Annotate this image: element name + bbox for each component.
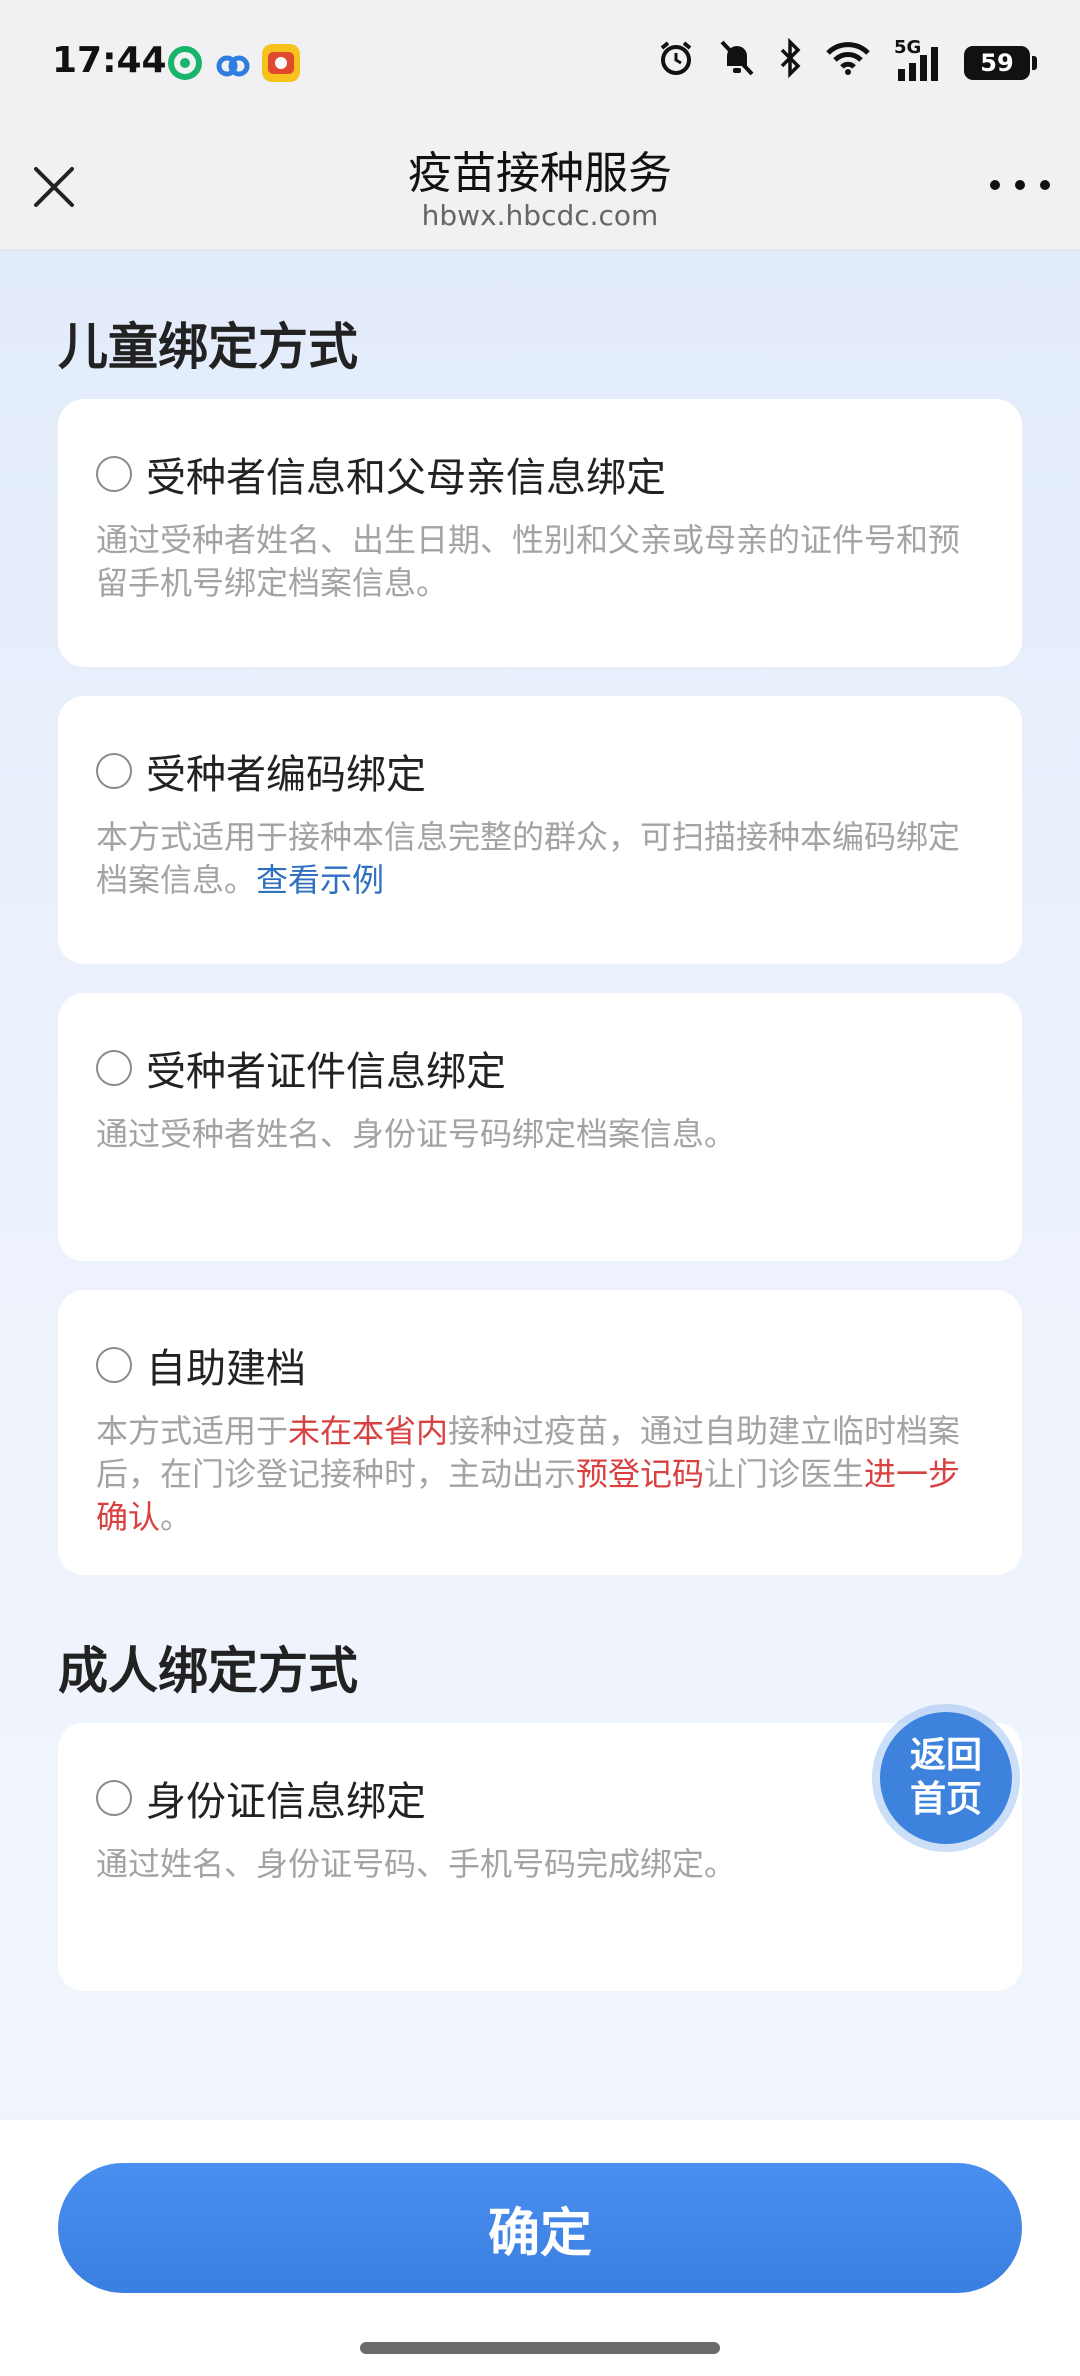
return-home-button[interactable]: 返回 首页 [880, 1712, 1012, 1844]
option-title: 身份证信息绑定 [146, 1779, 426, 1825]
desc-highlight: 未在本省内 [288, 1412, 449, 1450]
radio-button[interactable] [96, 1050, 132, 1086]
bell-off-icon [718, 38, 756, 87]
desc-text: 本方式适用于 [96, 1412, 289, 1450]
footer: 确定 [0, 2120, 1080, 2376]
status-time: 17:44 [52, 40, 167, 81]
battery-level: 59 [980, 48, 1014, 77]
page-title: 疫苗接种服务 [408, 148, 672, 199]
option-card-self-archive[interactable]: 自助建档 本方式适用于未在本省内接种过疫苗，通过自助建立临时档案后，在门诊登记接… [58, 1290, 1022, 1575]
option-card-adult-id[interactable]: 身份证信息绑定 通过姓名、身份证号码、手机号码完成绑定。 [58, 1723, 1022, 1991]
wifi-icon [824, 39, 872, 86]
confirm-button[interactable]: 确定 [58, 2163, 1022, 2293]
option-card-code-binding[interactable]: 受种者编码绑定 本方式适用于接种本信息完整的群众，可扫描接种本编码绑定档案信息。… [58, 696, 1022, 964]
option-description: 通过受种者姓名、身份证号码绑定档案信息。 [96, 1115, 737, 1153]
nav-bar: 疫苗接种服务 hbwx.hbcdc.com [0, 125, 1080, 251]
return-home-label-line1: 返回 [909, 1735, 982, 1776]
radio-button[interactable] [96, 456, 132, 492]
return-home-label-line2: 首页 [909, 1779, 982, 1820]
alarm-icon [656, 38, 696, 87]
radio-button[interactable] [96, 1780, 132, 1816]
view-example-link[interactable]: 查看示例 [256, 861, 384, 899]
desc-text: 让门诊医生 [704, 1455, 865, 1493]
section-title-adult: 成人绑定方式 [58, 1642, 358, 1700]
more-dot-icon [1040, 180, 1050, 190]
more-button[interactable] [990, 165, 1050, 205]
radio-button[interactable] [96, 1347, 132, 1383]
main-content: 儿童绑定方式 受种者信息和父母亲信息绑定 通过受种者姓名、出生日期、性别和父亲或… [0, 251, 1080, 2119]
section-title-children: 儿童绑定方式 [58, 318, 358, 376]
more-dot-icon [990, 180, 1000, 190]
option-title: 受种者信息和父母亲信息绑定 [146, 455, 666, 501]
notification-app-icon-1 [166, 44, 204, 82]
status-icons: 5G 59 [656, 37, 1037, 87]
page-url: hbwx.hbcdc.com [421, 199, 659, 232]
bluetooth-icon [778, 37, 802, 87]
option-description: 通过姓名、身份证号码、手机号码完成绑定。 [96, 1845, 737, 1883]
option-description: 本方式适用于未在本省内接种过疫苗，通过自助建立临时档案后，在门诊登记接种时，主动… [96, 1410, 984, 1539]
option-description: 通过受种者姓名、出生日期、性别和父亲或母亲的证件号和预留手机号绑定档案信息。 [96, 521, 961, 602]
option-card-parent-info[interactable]: 受种者信息和父母亲信息绑定 通过受种者姓名、出生日期、性别和父亲或母亲的证件号和… [58, 399, 1022, 667]
desc-text: 。 [160, 1498, 193, 1536]
option-description-text: 本方式适用于接种本信息完整的群众，可扫描接种本编码绑定档案信息。 [96, 818, 961, 899]
notification-app-icon-3 [262, 44, 300, 82]
option-title: 受种者编码绑定 [146, 752, 426, 798]
status-bar: 17:44 5G 59 [0, 0, 1080, 125]
home-indicator[interactable] [360, 2342, 720, 2354]
option-title: 受种者证件信息绑定 [146, 1049, 506, 1095]
battery-icon: 59 [964, 45, 1037, 80]
option-title: 自助建档 [146, 1346, 306, 1392]
desc-highlight: 预登记码 [576, 1455, 705, 1493]
radio-button[interactable] [96, 753, 132, 789]
signal-icon: 5G [894, 37, 942, 83]
notification-app-icon-2 [214, 44, 252, 82]
more-dot-icon [1015, 180, 1025, 190]
option-card-id-binding[interactable]: 受种者证件信息绑定 通过受种者姓名、身份证号码绑定档案信息。 [58, 993, 1022, 1261]
option-description: 本方式适用于接种本信息完整的群众，可扫描接种本编码绑定档案信息。查看示例 [96, 816, 984, 902]
